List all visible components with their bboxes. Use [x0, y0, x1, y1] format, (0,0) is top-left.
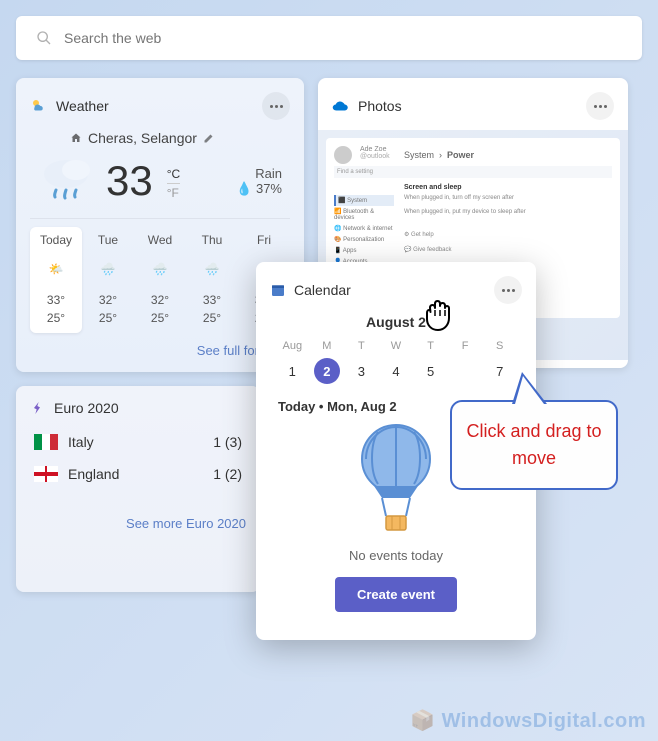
forecast-day[interactable]: Today🌤️33°25° — [30, 227, 82, 333]
unit-celsius[interactable]: °C — [167, 167, 180, 184]
calendar-icon — [270, 282, 286, 298]
forecast-day[interactable]: Tue🌧️32°25° — [82, 227, 134, 333]
calendar-month: August 2 — [270, 314, 522, 330]
cloud-rain-icon — [38, 156, 98, 206]
weather-icon — [30, 97, 48, 115]
dots-icon — [594, 105, 607, 108]
forecast-row: Today🌤️33°25° Tue🌧️32°25° Wed🌧️32°25° Th… — [30, 218, 290, 333]
team-name: Italy — [68, 434, 94, 450]
euro-title: Euro 2020 — [54, 400, 119, 416]
search-bar[interactable] — [16, 16, 642, 60]
watermark: 📦 WindowsDigital.com — [410, 708, 646, 733]
search-input[interactable] — [64, 30, 622, 46]
create-event-button[interactable]: Create event — [335, 577, 457, 612]
dots-icon — [270, 105, 283, 108]
forecast-day[interactable]: Thu🌧️33°25° — [186, 227, 238, 333]
photos-title: Photos — [358, 98, 402, 114]
score: 1 (3) — [213, 434, 242, 450]
instruction-callout: Click and drag to move — [450, 400, 618, 490]
callout-text: Click and drag to move — [464, 418, 604, 472]
onedrive-icon — [332, 99, 350, 113]
search-icon — [36, 30, 52, 46]
no-events-text: No events today — [270, 548, 522, 563]
calendar-day-selected[interactable]: 2 — [311, 358, 344, 385]
sport-icon — [30, 400, 46, 416]
calendar-day[interactable]: 5 — [414, 358, 447, 385]
rain-percent: 💧 37% — [236, 181, 282, 197]
edit-icon[interactable] — [203, 132, 215, 144]
flag-italy-icon — [34, 434, 58, 450]
calendar-title: Calendar — [294, 282, 351, 298]
calendar-day[interactable]: 4 — [380, 358, 413, 385]
rain-label: Rain — [236, 166, 282, 181]
forecast-day[interactable]: Wed🌧️32°25° — [134, 227, 186, 333]
dots-icon — [502, 289, 515, 292]
calendar-day[interactable] — [449, 358, 482, 385]
team-name: England — [68, 466, 119, 482]
calendar-day[interactable]: 1 — [276, 358, 309, 385]
unit-fahrenheit[interactable]: °F — [167, 184, 180, 200]
flag-england-icon — [34, 466, 58, 482]
full-forecast-link[interactable]: See full forecast — [30, 343, 290, 358]
location-text: Cheras, Selangor — [88, 130, 197, 146]
weather-title: Weather — [56, 98, 109, 114]
see-more-link[interactable]: See more Euro 2020 — [30, 516, 246, 531]
photos-more-button[interactable] — [586, 92, 614, 120]
calendar-day[interactable]: 3 — [345, 358, 378, 385]
calendar-grid: AugMTWTFS 1 2 3 4 5 7 — [270, 336, 522, 385]
home-icon — [70, 132, 82, 144]
temperature: 33 — [106, 157, 153, 205]
euro-widget[interactable]: Euro 2020 Italy 1 (3) England 1 (2) See … — [16, 386, 260, 592]
match-row[interactable]: Italy 1 (3) — [30, 426, 246, 458]
score: 1 (2) — [213, 466, 242, 482]
match-row[interactable]: England 1 (2) — [30, 458, 246, 490]
weather-more-button[interactable] — [262, 92, 290, 120]
grab-cursor-icon — [418, 290, 458, 334]
calendar-more-button[interactable] — [494, 276, 522, 304]
